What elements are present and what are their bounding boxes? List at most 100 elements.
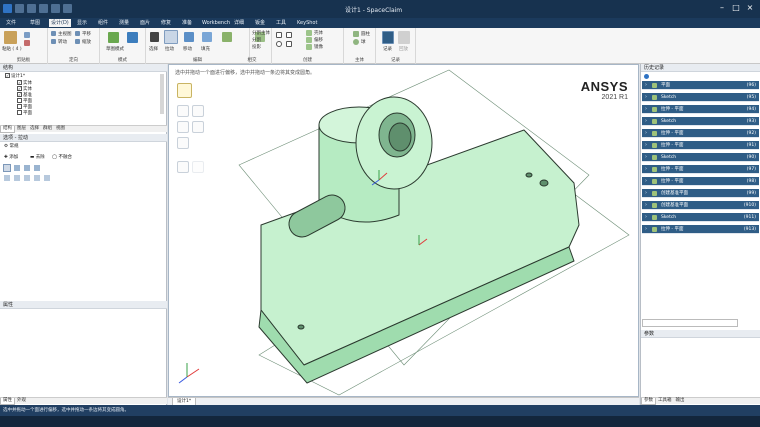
menu-sketch[interactable]: 草图 <box>28 19 42 27</box>
move-icon[interactable] <box>184 32 194 42</box>
menu-assembly[interactable]: 组件 <box>96 19 110 27</box>
menu-file[interactable]: 文件 <box>4 19 18 27</box>
save-icon[interactable] <box>39 4 48 13</box>
split-button[interactable]: 分割 <box>252 37 261 43</box>
menu-sheetmetal[interactable]: 钣金 <box>253 19 267 27</box>
pan-icon[interactable] <box>75 31 80 36</box>
expand-chevron-icon[interactable]: › <box>645 105 647 114</box>
history-item[interactable]: › 拉伸 - 平面 (91) <box>642 141 759 150</box>
expand-chevron-icon[interactable]: › <box>645 177 647 186</box>
tab-toolbox[interactable]: 工具箱 <box>656 398 674 404</box>
checkbox-icon[interactable] <box>17 104 22 109</box>
pull-icon[interactable] <box>164 30 178 44</box>
tab-parameters[interactable]: 参数 <box>641 398 656 405</box>
redo-icon[interactable] <box>63 4 72 13</box>
close-icon[interactable]: × <box>744 2 756 14</box>
pull-button[interactable]: 拉动 <box>165 46 174 52</box>
expand-chevron-icon[interactable]: › <box>645 225 647 234</box>
checkbox-icon[interactable] <box>17 98 22 103</box>
pull-option-icon[interactable] <box>34 175 40 181</box>
menu-prepare[interactable]: 准备 <box>180 19 194 27</box>
menu-measure[interactable]: 测量 <box>117 19 131 27</box>
design-viewport[interactable]: 选中并拖动一个面进行偏移，选中并拖动一条边将其变成圆角。 ANSYS 2021 … <box>168 64 639 397</box>
option-add[interactable]: ✚ 添加 <box>4 155 18 161</box>
menu-display[interactable]: 显示 <box>75 19 89 27</box>
tree-item-root[interactable]: ✓ 设计1* <box>5 73 25 80</box>
expand-chevron-icon[interactable]: › <box>645 81 647 90</box>
cut-icon[interactable] <box>24 40 30 46</box>
new-icon[interactable] <box>15 4 24 13</box>
checkbox-icon[interactable]: ✓ <box>17 92 22 97</box>
tab-views[interactable]: 视图 <box>54 126 67 132</box>
record-button[interactable]: 记录 <box>383 46 392 52</box>
history-item[interactable]: › 创建基准平面 (99) <box>642 189 759 198</box>
expand-chevron-icon[interactable]: › <box>645 129 647 138</box>
tab-appearance[interactable]: 外观 <box>15 398 28 404</box>
point-icon[interactable] <box>286 41 292 47</box>
history-item[interactable]: › 拉伸 - 平面 (98) <box>642 177 759 186</box>
tree-scrollbar[interactable] <box>160 74 164 114</box>
checkbox-icon[interactable]: ✓ <box>17 80 22 85</box>
rectangle-icon[interactable] <box>276 32 282 38</box>
home-view-button[interactable]: 主视图 <box>58 31 72 37</box>
history-item[interactable]: › Sketch (95) <box>642 93 759 102</box>
home-view-icon[interactable] <box>51 31 56 36</box>
menu-design[interactable]: 设计(D) <box>49 19 71 27</box>
record-icon[interactable] <box>382 31 394 44</box>
split-body-button[interactable]: 分割主体 <box>252 30 270 36</box>
offset-icon[interactable] <box>306 37 312 43</box>
maximize-icon[interactable]: □ <box>730 2 742 14</box>
sphere-icon[interactable] <box>353 39 359 45</box>
history-info-icon[interactable] <box>644 74 649 79</box>
expand-chevron-icon[interactable]: › <box>645 213 647 222</box>
fill-button[interactable]: 填充 <box>201 46 210 52</box>
history-item[interactable]: › 拉伸 - 平面 (94) <box>642 105 759 114</box>
spin-button[interactable]: 转动 <box>58 39 67 45</box>
shell-icon[interactable] <box>306 30 312 36</box>
section-mode-icon[interactable] <box>127 32 138 43</box>
tab-output[interactable]: 输出 <box>674 398 687 404</box>
paste-label[interactable]: 粘贴 ( 4 ) <box>2 46 22 52</box>
pull-option-icon[interactable] <box>34 165 40 171</box>
fill-icon[interactable] <box>202 32 212 42</box>
tab-properties[interactable]: 属性 <box>0 398 15 405</box>
copy-icon[interactable] <box>24 32 30 38</box>
sketch-mode-button[interactable]: 草图模式 <box>106 46 124 52</box>
circle-icon[interactable] <box>276 41 282 47</box>
expand-chevron-icon[interactable]: › <box>645 165 647 174</box>
select-button[interactable]: 选择 <box>149 46 158 52</box>
history-item[interactable]: › Sketch (93) <box>642 117 759 126</box>
expand-chevron-icon[interactable]: › <box>645 201 647 210</box>
cylinder-button[interactable]: 圆柱 <box>361 31 370 37</box>
checkbox-icon[interactable] <box>17 110 22 115</box>
zoom-button[interactable]: 缩放 <box>82 39 91 45</box>
pull-option-icon[interactable] <box>14 165 20 171</box>
option-no-merge[interactable]: ◯ 不融合 <box>52 155 72 161</box>
expand-chevron-icon[interactable]: › <box>645 153 647 162</box>
spin-icon[interactable] <box>51 39 56 44</box>
offset-button[interactable]: 偏移 <box>314 37 323 43</box>
project-button[interactable]: 投影 <box>252 44 261 50</box>
checkbox-icon[interactable]: ✓ <box>5 73 10 78</box>
pull-option-icon[interactable] <box>4 175 10 181</box>
option-remove[interactable]: ▬ 去除 <box>30 155 45 161</box>
minimize-icon[interactable]: – <box>716 2 728 14</box>
tab-selection[interactable]: 选择 <box>28 126 41 132</box>
select-icon[interactable] <box>150 32 159 42</box>
tab-structure[interactable]: 结构 <box>0 126 15 133</box>
sphere-button[interactable]: 球 <box>361 39 366 45</box>
cylinder-icon[interactable] <box>353 31 359 37</box>
zoom-icon[interactable] <box>75 39 80 44</box>
sketch-mode-icon[interactable] <box>108 32 119 43</box>
tab-groups[interactable]: 群组 <box>41 126 54 132</box>
history-item[interactable]: › Sketch (90) <box>642 153 759 162</box>
pull-option-icon[interactable] <box>3 164 11 172</box>
move-button[interactable]: 移动 <box>183 46 192 52</box>
history-item[interactable]: › 创建基准平面 (910) <box>642 201 759 210</box>
line-icon[interactable] <box>286 32 292 38</box>
menu-detail[interactable]: 详细 <box>232 19 246 27</box>
mirror-button[interactable]: 镜像 <box>314 44 323 50</box>
tab-layers[interactable]: 图层 <box>15 126 28 132</box>
pull-option-icon[interactable] <box>24 165 30 171</box>
open-icon[interactable] <box>27 4 36 13</box>
